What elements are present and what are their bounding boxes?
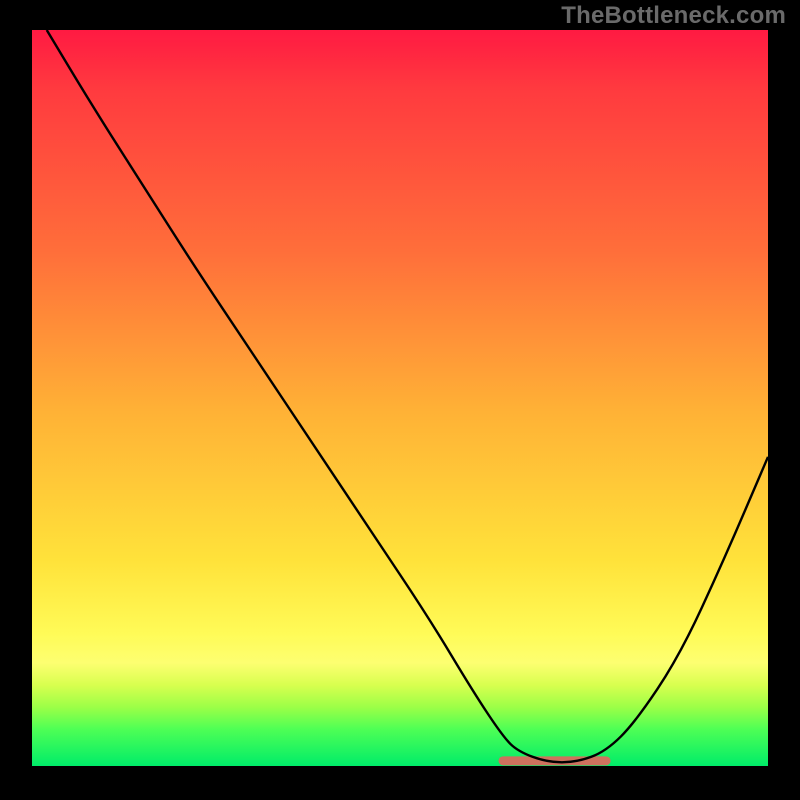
curve-svg <box>32 30 768 766</box>
bottleneck-curve <box>47 30 768 762</box>
watermark-text: TheBottleneck.com <box>561 2 786 30</box>
plot-frame <box>32 30 768 766</box>
